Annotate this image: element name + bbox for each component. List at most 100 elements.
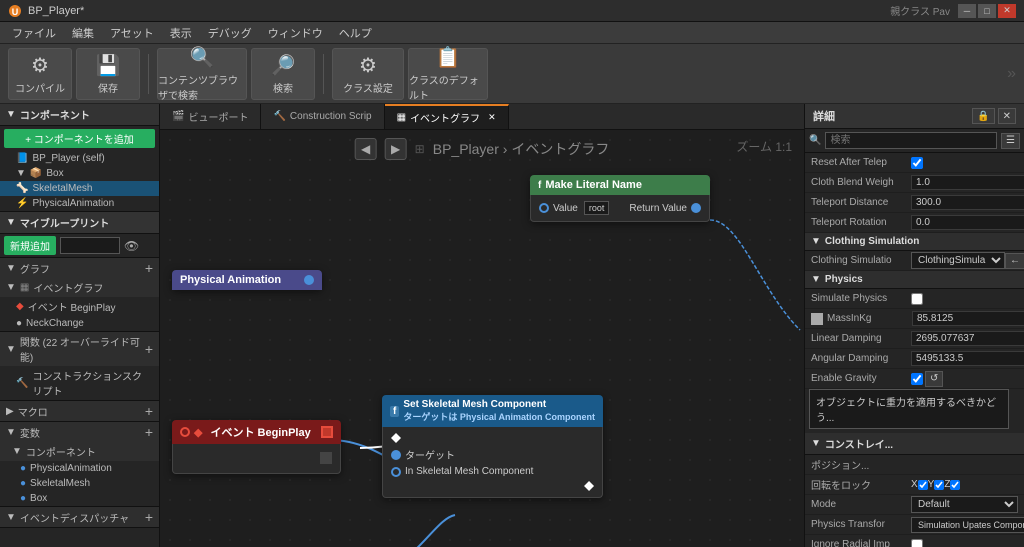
rotation-x-checkbox[interactable] bbox=[918, 480, 928, 490]
simulate-physics-checkbox[interactable] bbox=[911, 293, 923, 305]
details-filter-button[interactable]: ☰ bbox=[1001, 133, 1020, 149]
event-begin-play-node[interactable]: ◆ イベント BeginPlay bbox=[172, 420, 341, 474]
mode-row: Mode Default bbox=[805, 495, 1024, 515]
cloth-blend-input[interactable] bbox=[911, 175, 1024, 190]
class-defaults-button[interactable]: 📋 クラスのデフォルト bbox=[408, 48, 488, 100]
rotation-z-checkbox[interactable] bbox=[950, 480, 960, 490]
menu-asset[interactable]: アセット bbox=[102, 22, 162, 43]
event-graph-header[interactable]: ▼ ▦ イベントグラフ bbox=[0, 278, 159, 297]
box-item[interactable]: ▼ 📦 Box bbox=[0, 166, 159, 181]
menu-debug[interactable]: デバッグ bbox=[200, 22, 260, 43]
eye-icon[interactable]: 👁 bbox=[124, 239, 139, 253]
var-physical-animation[interactable]: ● PhysicalAnimation bbox=[0, 461, 159, 476]
variables-components-header[interactable]: ▼ コンポーネント bbox=[0, 442, 159, 461]
linear-damping-input[interactable] bbox=[911, 331, 1024, 346]
skeletal-mesh-item[interactable]: 🦴 SkeletalMesh bbox=[0, 181, 159, 196]
clothing-sim-row: Clothing Simulatio ClothingSimula ← ✕ ⋮ bbox=[805, 251, 1024, 271]
search-button[interactable]: 🔎 検索 bbox=[251, 48, 315, 100]
cloth-blend-row: Cloth Blend Weigh ↺ bbox=[805, 173, 1024, 193]
new-add-button[interactable]: 新規追加 bbox=[4, 236, 56, 255]
compile-button[interactable]: ⚙ コンパイル bbox=[8, 48, 72, 100]
right-panel: 詳細 🔒 ✕ 🔍 ☰ Reset After Telep Cloth Blend… bbox=[804, 104, 1024, 547]
var-skel-icon: ● bbox=[20, 478, 26, 489]
grid-breadcrumb-icon: ⊞ bbox=[415, 142, 425, 156]
browse-button[interactable]: 🔍 コンテンツブラウザで検索 bbox=[157, 48, 247, 100]
reset-after-telep-checkbox[interactable] bbox=[911, 157, 923, 169]
neck-icon: ● bbox=[16, 318, 22, 329]
physics-transform-select[interactable]: Simulation Upates Componer bbox=[911, 517, 1024, 533]
rotation-y-label: Y bbox=[928, 479, 935, 490]
nav-back-button[interactable]: ◀ bbox=[355, 138, 377, 160]
minimize-button[interactable]: ─ bbox=[958, 4, 976, 18]
enable-gravity-reset[interactable]: ↺ bbox=[925, 371, 943, 387]
class-settings-button[interactable]: ⚙ クラス設定 bbox=[332, 48, 404, 100]
teleport-rotation-input[interactable] bbox=[911, 215, 1024, 230]
menu-view[interactable]: 表示 bbox=[162, 22, 200, 43]
enable-gravity-checkbox[interactable] bbox=[911, 373, 923, 385]
physical-animation-node[interactable]: Physical Animation bbox=[172, 270, 322, 290]
menu-help[interactable]: ヘルプ bbox=[331, 22, 380, 43]
angular-damping-input[interactable] bbox=[911, 351, 1024, 366]
search-icon: 🔎 bbox=[271, 53, 296, 78]
menu-edit[interactable]: 編集 bbox=[64, 22, 102, 43]
components-icon: ▼ bbox=[6, 109, 16, 120]
ignore-radial-imp-checkbox[interactable] bbox=[911, 539, 923, 547]
nav-forward-button[interactable]: ▶ bbox=[385, 138, 407, 160]
menu-file[interactable]: ファイル bbox=[4, 22, 64, 43]
my-blueprints-icon: ▼ bbox=[6, 217, 16, 228]
menu-window[interactable]: ウィンドウ bbox=[260, 22, 331, 43]
value-input[interactable]: root bbox=[584, 201, 610, 215]
constraints-section-header[interactable]: ▼ コンストレイ... bbox=[805, 433, 1024, 455]
details-close-button[interactable]: ✕ bbox=[998, 108, 1016, 124]
save-button[interactable]: 💾 保存 bbox=[76, 48, 140, 100]
add-event-disp-icon[interactable]: + bbox=[145, 509, 153, 525]
physics-expand-icon: ▼ bbox=[811, 274, 821, 285]
mass-kg-input[interactable] bbox=[912, 311, 1024, 326]
left-panel: ▼ コンポーネント + コンポーネントを追加 📘 BP_Player (self… bbox=[0, 104, 160, 547]
event-begin-play-item[interactable]: ◆ イベント BeginPlay bbox=[0, 297, 159, 316]
mesh-icon: 🦴 bbox=[16, 183, 28, 194]
add-macro-icon[interactable]: + bbox=[145, 403, 153, 419]
var-skeletal-mesh[interactable]: ● SkeletalMesh bbox=[0, 476, 159, 491]
blueprint-canvas[interactable]: ◀ ▶ ⊞ BP_Player › イベントグラフ ズーム 1:1 f bbox=[160, 130, 804, 547]
physical-animation-item[interactable]: ⚡ PhysicalAnimation bbox=[0, 196, 159, 211]
functions-header[interactable]: ▼ 関数 (22 オーバーライド可能) + bbox=[0, 332, 159, 366]
toolbar-overflow-button[interactable]: » bbox=[1007, 65, 1016, 83]
close-button[interactable]: ✕ bbox=[998, 4, 1016, 18]
variables-header[interactable]: ▼ 変数 + bbox=[0, 422, 159, 442]
reset-after-telep-row: Reset After Telep bbox=[805, 153, 1024, 173]
construction-icon: 🔨 bbox=[16, 378, 28, 389]
teleport-distance-input[interactable] bbox=[911, 195, 1024, 210]
tab-close-icon[interactable]: ✕ bbox=[488, 112, 496, 123]
rotation-y-checkbox[interactable] bbox=[934, 480, 944, 490]
search-icon: 🔍 bbox=[809, 135, 821, 146]
set-skeletal-mesh-node[interactable]: f Set Skeletal Mesh Component ターゲットは Phy… bbox=[382, 395, 603, 498]
maximize-button[interactable]: □ bbox=[978, 4, 996, 18]
tab-construction[interactable]: 🔨 Construction Scrip bbox=[261, 104, 384, 129]
add-component-button[interactable]: + コンポーネントを追加 bbox=[4, 129, 155, 148]
details-lock-button[interactable]: 🔒 bbox=[972, 108, 994, 124]
clothing-sim-section-header[interactable]: ▼ Clothing Simulation bbox=[805, 233, 1024, 251]
blueprint-search-input[interactable] bbox=[60, 237, 120, 254]
physical-animation-header: Physical Animation bbox=[172, 270, 322, 290]
class-settings-icon: ⚙ bbox=[359, 53, 377, 78]
clothing-sim-browse[interactable]: ← bbox=[1005, 253, 1024, 269]
macros-header[interactable]: ▶ マクロ + bbox=[0, 401, 159, 421]
var-box[interactable]: ● Box bbox=[0, 491, 159, 506]
tab-viewport[interactable]: 🎬 ビューポート bbox=[160, 104, 261, 129]
graph-expand-icon: ▼ bbox=[6, 263, 16, 274]
tab-event-graph[interactable]: ▦ イベントグラフ ✕ bbox=[385, 104, 509, 129]
details-search-input[interactable] bbox=[825, 132, 997, 149]
construction-script-item[interactable]: 🔨 コンストラクションスクリプト bbox=[0, 366, 159, 400]
graph-header[interactable]: ▼ グラフ + bbox=[0, 258, 159, 278]
simulate-physics-row: Simulate Physics bbox=[805, 289, 1024, 309]
event-dispatchers-header[interactable]: ▼ イベントディスパッチャ + bbox=[0, 507, 159, 527]
add-variable-icon[interactable]: + bbox=[145, 424, 153, 440]
physics-section-header[interactable]: ▼ Physics bbox=[805, 271, 1024, 289]
make-literal-name-node[interactable]: f Make Literal Name Value root Return Va… bbox=[530, 175, 710, 222]
clothing-sim-select[interactable]: ClothingSimula bbox=[911, 252, 1005, 269]
add-graph-icon[interactable]: + bbox=[145, 260, 153, 276]
mode-select[interactable]: Default bbox=[911, 496, 1018, 513]
neck-change-item[interactable]: ● NeckChange bbox=[0, 316, 159, 331]
add-function-icon[interactable]: + bbox=[145, 341, 153, 357]
